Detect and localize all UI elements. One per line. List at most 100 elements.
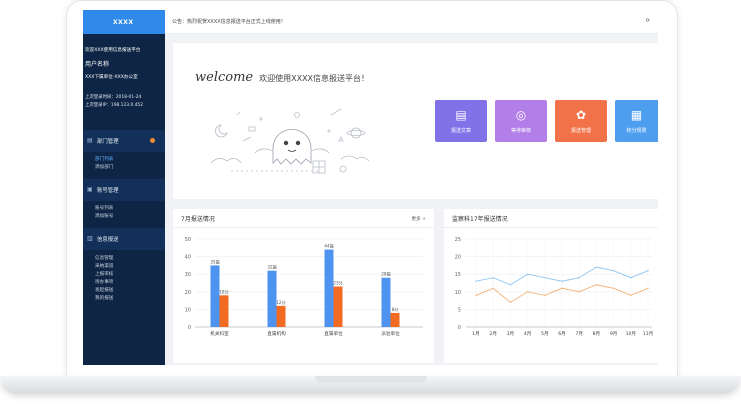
user-unit: XXX下属单位-XXX办公室: [85, 75, 138, 80]
quick-action-label: 等待审核: [510, 128, 531, 134]
x-tick-label: 10月: [626, 331, 636, 337]
menu-item-channels[interactable]: 采纳渠道: [83, 262, 165, 270]
x-tick-label: 6月: [558, 331, 566, 337]
y-tick-label: 10: [185, 307, 191, 313]
app-screen: XXXX 欢迎XXX使用信息报送平台 用户名称 XXX下属单位-XXX办公室 上…: [83, 10, 658, 365]
data-point: [492, 287, 494, 289]
rules-icon: ▦: [630, 108, 643, 122]
logo[interactable]: XXXX: [83, 10, 165, 34]
x-tick-label: 8月: [593, 331, 601, 337]
y-tick-label: 20: [455, 255, 461, 261]
bar-chart-header: 7月报送情况 更多 +: [173, 209, 434, 228]
data-point: [612, 269, 615, 272]
x-tick-label: 5月: [541, 331, 549, 337]
data-point: [630, 277, 632, 279]
quick-action-submit-article[interactable]: ▤ 报送文章: [435, 100, 487, 142]
menu-group-label: 信息报送: [97, 237, 119, 243]
quick-action-label: 积分规则: [626, 128, 647, 134]
data-point: [526, 273, 529, 275]
bar: [390, 312, 400, 327]
notice-bar: 公告：热烈祝贺XXXX信息报送平台正式上线使用！ ⟳: [165, 10, 658, 34]
data-point: [578, 277, 580, 279]
bar-value-label: 12分: [276, 299, 286, 306]
laptop-notch: [315, 376, 427, 383]
x-tick-label: 直属单位: [324, 330, 343, 337]
y-tick-label: 50: [185, 237, 191, 243]
menu-group-account[interactable]: ▣ 账号管理: [83, 179, 165, 201]
welcome-panel: welcome 欢迎使用XXXX信息报送平台！ ▤ 报送文章 ◎ 等待审核 ✿ …: [173, 43, 658, 199]
x-tick-label: 2月: [489, 331, 497, 337]
data-point: [544, 277, 546, 279]
y-tick-label: 25: [455, 237, 461, 243]
menu-item-info-manage[interactable]: 信息管理: [83, 254, 165, 262]
x-tick-label: 7月: [575, 331, 583, 337]
menu-group-label: 账号管理: [97, 188, 119, 194]
x-tick-label: 4月: [524, 331, 532, 337]
bar-chart: 0 10 20 30 40 50 35篇 18分机关科室 32篇 12分直属机构 44篇 23分直属单…: [185, 237, 423, 337]
menu-group-label: 部门管理: [97, 139, 119, 145]
quick-action-label: 报送管理: [570, 128, 591, 134]
menu-item-account-list[interactable]: 账号列表: [83, 204, 165, 212]
data-point: [595, 284, 598, 286]
y-tick-label: 0: [188, 325, 191, 331]
data-point: [647, 287, 649, 289]
x-tick-label: 直属机构: [267, 330, 286, 337]
notification-dot: [150, 138, 155, 143]
bar: [276, 305, 286, 327]
last-login-ip: 上次登录IP：198.123.0.452: [85, 103, 144, 108]
data-point: [647, 269, 649, 272]
refresh-icon[interactable]: ⟳: [646, 18, 650, 25]
bar-value-label: 35篇: [210, 258, 220, 265]
data-point: [578, 291, 580, 293]
y-tick-label: 40: [185, 255, 191, 261]
bar: [381, 277, 391, 327]
bar-value-label: 28篇: [381, 271, 391, 278]
bar-value-label: 8分: [392, 306, 400, 313]
account-icon: ▣: [87, 186, 93, 193]
quick-action-points-rules[interactable]: ▦ 积分规则: [615, 100, 658, 142]
menu-item-my-reports[interactable]: 我的报送: [83, 294, 165, 302]
audit-icon: ◎: [515, 108, 527, 122]
welcome-message: 欢迎XXX使用信息报送平台: [85, 48, 141, 53]
menu-item-department-list[interactable]: 部门列表: [83, 155, 165, 163]
menu-group-department[interactable]: ▤ 部门管理: [83, 130, 165, 152]
bar-chart-panel: 7月报送情况 更多 + 0 10 20 30 40 50 35篇 18分 机关科室 32篇 12分直…: [173, 209, 434, 363]
data-point: [630, 294, 632, 297]
data-point: [561, 287, 563, 289]
y-tick-label: 15: [455, 272, 461, 278]
bar: [333, 286, 343, 327]
more-link[interactable]: 更多 +: [412, 216, 427, 222]
y-tick-label: 0: [458, 325, 461, 331]
x-tick-label: 9月: [610, 331, 618, 337]
data-point: [561, 280, 563, 282]
user-name: 用户名称: [85, 61, 110, 68]
data-point: [475, 280, 477, 282]
ghost-illustration: [210, 108, 370, 174]
article-icon: ▤: [455, 108, 467, 122]
menu-item-add-department[interactable]: 添加部门: [83, 163, 165, 171]
data-point: [595, 266, 598, 268]
quick-action-report-manage[interactable]: ✿ 报送管理: [555, 100, 607, 142]
menu-item-todo[interactable]: 待办事项: [83, 278, 165, 286]
sidebar: XXXX 欢迎XXX使用信息报送平台 用户名称 XXX下属单位-XXX办公室 上…: [83, 10, 165, 365]
menu-item-review[interactable]: 上报审核: [83, 270, 165, 278]
bar-chart-title: 7月报送情况: [181, 215, 215, 223]
quick-action-label: 报送文章: [450, 128, 471, 134]
bar-value-label: 44篇: [324, 243, 334, 250]
data-point: [509, 284, 512, 286]
bar-value-label: 32篇: [267, 264, 277, 271]
quick-action-pending-review[interactable]: ◎ 等待审核: [495, 100, 547, 142]
x-tick-label: 3月: [507, 331, 515, 337]
menu-item-add-account[interactable]: 添加账号: [83, 212, 165, 220]
y-tick-label: 30: [185, 272, 191, 278]
y-tick-label: 10: [455, 290, 461, 296]
welcome-word: welcome: [195, 70, 254, 85]
bar-value-label: 23分: [333, 280, 343, 287]
line-chart: 0 5 10 15 20 25 1月 2月 3月 4月 5月 6月 7月 8月 9月 10月 11月: [455, 237, 654, 337]
bar: [324, 249, 334, 327]
department-icon: ▤: [87, 137, 93, 144]
menu-group-report[interactable]: ▥ 信息报送: [83, 228, 165, 250]
bar: [210, 265, 220, 327]
welcome-title: welcome 欢迎使用XXXX信息报送平台！: [195, 70, 369, 85]
menu-item-start-report[interactable]: 发起报送: [83, 286, 165, 294]
